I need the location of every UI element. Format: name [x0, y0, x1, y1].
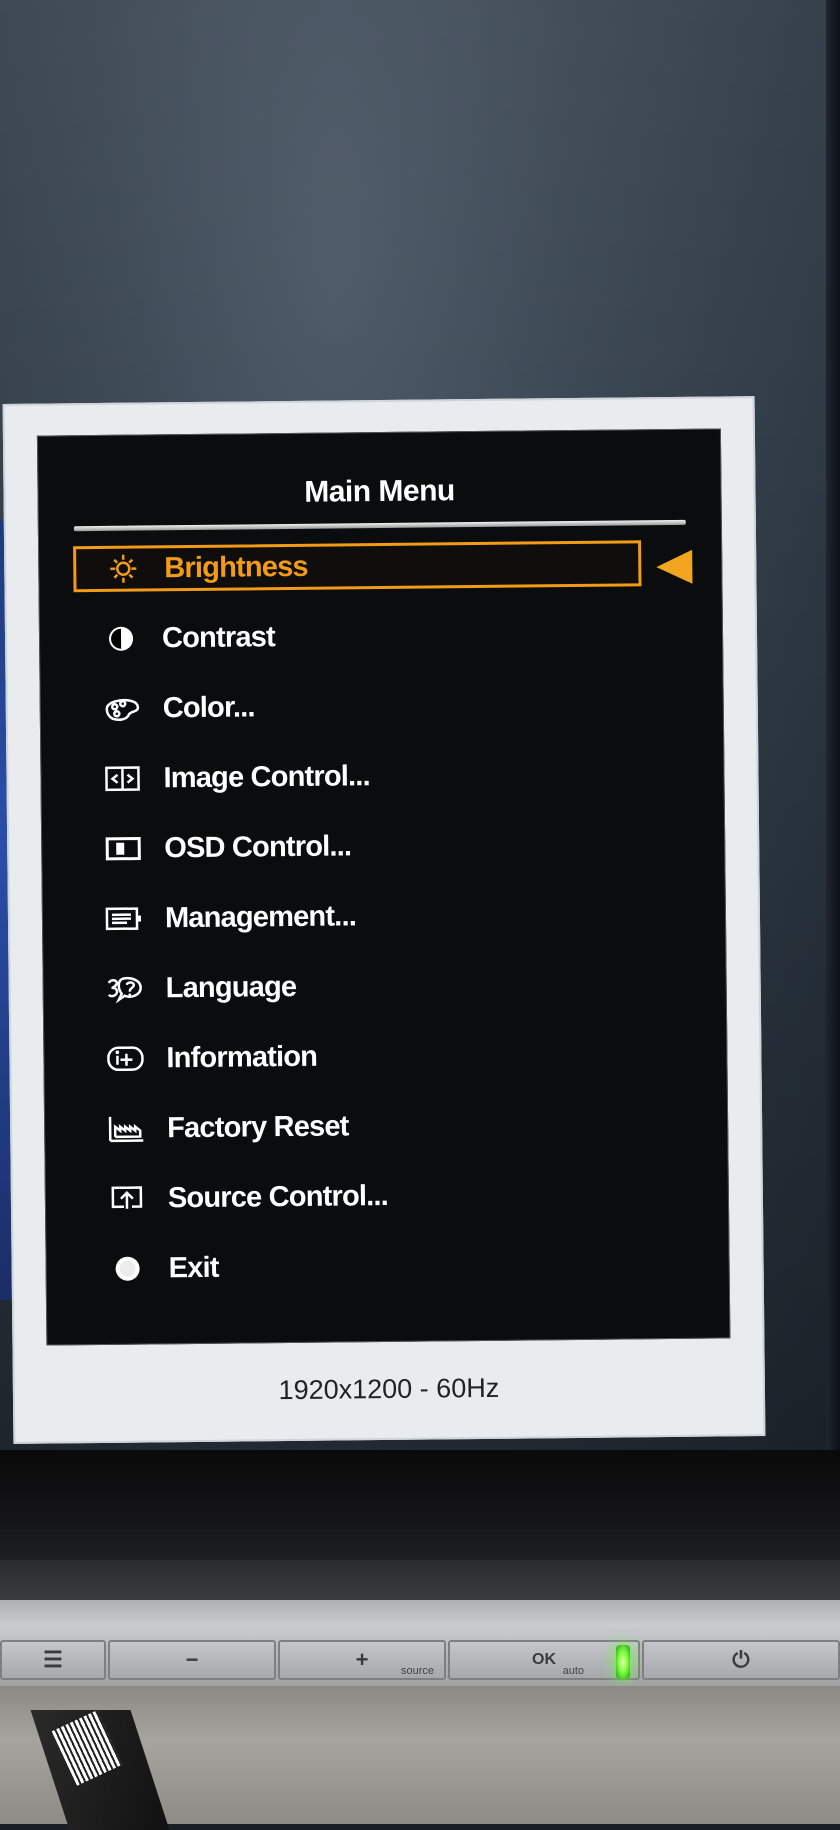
menu-item-label: Color...: [163, 691, 255, 725]
menu-item-label: Image Control...: [163, 760, 370, 795]
osd-menu-panel: Main Menu Brightness: [37, 428, 730, 1345]
power-led: [616, 1645, 630, 1679]
plus-label: +: [356, 1647, 369, 1672]
ok-label: OK: [532, 1651, 556, 1668]
monitor-bezel: [0, 1450, 840, 1560]
factory-icon: [103, 1111, 149, 1145]
source-icon: [104, 1181, 150, 1215]
menu-icon: ☰: [43, 1647, 63, 1672]
management-icon: [101, 901, 147, 935]
resolution-status: 1920x1200 - 60Hz: [15, 1370, 763, 1409]
main-menu-list: Brightness Contrast Color...: [38, 429, 720, 436]
half-circle-icon: [98, 621, 144, 655]
menu-item-label: Factory Reset: [167, 1110, 349, 1145]
menu-item-label: OSD Control...: [164, 830, 351, 865]
title-divider: [74, 520, 686, 531]
ok-auto-hw-button[interactable]: OK auto: [448, 1640, 640, 1680]
menu-item-label: Source Control...: [168, 1179, 388, 1214]
menu-item-label: Contrast: [162, 621, 275, 655]
menu-item-information[interactable]: Information: [78, 1030, 646, 1082]
menu-item-color[interactable]: Color...: [75, 680, 643, 732]
osd-title: Main Menu: [38, 471, 720, 512]
osd-control-icon: [100, 831, 146, 865]
screen-edge: [826, 0, 840, 1450]
menu-item-brightness[interactable]: Brightness: [73, 540, 641, 592]
selection-arrow-icon: [656, 550, 692, 584]
menu-item-management[interactable]: Management...: [77, 890, 645, 942]
minus-hw-button[interactable]: −: [108, 1640, 276, 1680]
menu-item-factory-reset[interactable]: Factory Reset: [79, 1100, 647, 1152]
language-icon: [102, 971, 148, 1005]
menu-item-language[interactable]: Language: [77, 960, 645, 1012]
power-hw-button[interactable]: ⏻: [642, 1640, 840, 1680]
bezel-lip: [0, 1560, 840, 1600]
menu-item-label: Information: [166, 1040, 317, 1075]
menu-item-label: Brightness: [164, 550, 308, 585]
image-control-icon: [99, 761, 145, 795]
menu-item-label: Exit: [168, 1251, 218, 1285]
menu-hw-button[interactable]: ☰: [0, 1640, 106, 1680]
sun-icon: [100, 551, 146, 585]
palette-icon: [99, 691, 145, 725]
osd-window: Main Menu Brightness: [3, 396, 766, 1444]
menu-item-source-control[interactable]: Source Control...: [80, 1170, 648, 1222]
information-icon: [102, 1041, 148, 1075]
source-sublabel: source: [401, 1665, 434, 1677]
menu-item-label: Management...: [165, 900, 356, 935]
menu-item-image-control[interactable]: Image Control...: [75, 750, 643, 802]
minus-label: −: [186, 1647, 199, 1672]
menu-item-osd-control[interactable]: OSD Control...: [76, 820, 644, 872]
auto-sublabel: auto: [563, 1665, 584, 1677]
menu-item-label: Language: [166, 970, 297, 1004]
exit-icon: [104, 1251, 150, 1285]
plus-source-hw-button[interactable]: + source: [278, 1640, 446, 1680]
menu-item-exit[interactable]: Exit: [80, 1240, 648, 1292]
power-icon: ⏻: [732, 1647, 749, 1672]
menu-item-contrast[interactable]: Contrast: [74, 610, 642, 662]
